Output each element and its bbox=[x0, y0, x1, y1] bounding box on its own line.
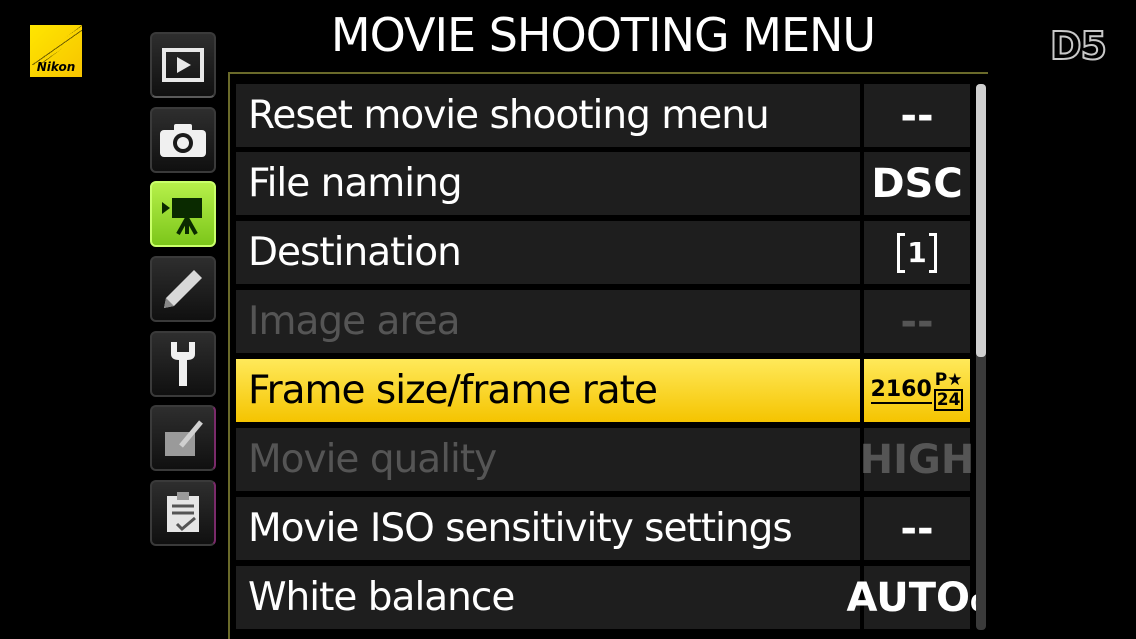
menu-item-label: Image area bbox=[236, 290, 860, 353]
movie-camera-icon bbox=[162, 198, 202, 235]
frame-rate-top: P★ bbox=[934, 369, 963, 390]
menu-item-value: -- bbox=[864, 290, 970, 353]
tab-my-menu[interactable] bbox=[150, 480, 216, 546]
playback-icon bbox=[162, 48, 204, 82]
menu-item-value: 2160 P★ 24 bbox=[864, 359, 970, 422]
menu-item-reset[interactable]: Reset movie shooting menu -- bbox=[236, 84, 970, 147]
frame-rate-bottom: 24 bbox=[933, 388, 964, 411]
scrollbar[interactable] bbox=[976, 84, 986, 630]
tab-custom-settings[interactable] bbox=[150, 256, 216, 322]
menu-item-label: White balance bbox=[236, 566, 860, 629]
tab-playback[interactable] bbox=[150, 32, 216, 98]
logo-rays bbox=[30, 25, 82, 65]
my-menu-icon bbox=[167, 492, 199, 532]
menu-item-value: HIGH bbox=[860, 428, 974, 491]
frame-size: 2160 bbox=[870, 376, 932, 404]
menu-title: MOVIE SHOOTING MENU bbox=[330, 8, 876, 62]
tab-setup[interactable] bbox=[150, 331, 216, 397]
frame-rate: P★ 24 bbox=[933, 369, 964, 411]
menu-item-label: Frame size/frame rate bbox=[236, 359, 860, 422]
menu-item-label: Movie ISO sensitivity settings bbox=[236, 497, 860, 560]
tab-retouch[interactable] bbox=[150, 405, 216, 471]
menu-item-value: AUTO₀ bbox=[847, 566, 988, 629]
menu-item-label: File naming bbox=[236, 152, 860, 215]
menu-item-destination[interactable]: Destination 1 bbox=[236, 221, 970, 284]
menu-item-value: -- bbox=[864, 84, 970, 147]
scroll-thumb[interactable] bbox=[976, 84, 986, 357]
retouch-icon bbox=[165, 420, 203, 456]
card-slot-number: 1 bbox=[907, 235, 927, 269]
menu-item-label: Reset movie shooting menu bbox=[236, 84, 860, 147]
menu-item-image-area: Image area -- bbox=[236, 290, 970, 353]
tab-photo-shooting[interactable] bbox=[150, 107, 216, 173]
menu-item-file-naming[interactable]: File naming DSC bbox=[236, 152, 970, 215]
frame-size-rate-indicator: 2160 P★ 24 bbox=[870, 369, 964, 411]
camera-menu-screen: Nikon D5 MOVIE SHOOTING MENU Reset movie… bbox=[0, 0, 1136, 639]
menu-item-frame-size-rate[interactable]: Frame size/frame rate 2160 P★ 24 bbox=[236, 359, 970, 422]
menu-item-white-balance[interactable]: White balance AUTO₀ bbox=[236, 566, 988, 629]
menu-item-movie-iso[interactable]: Movie ISO sensitivity settings -- bbox=[236, 497, 970, 560]
model-badge: D5 bbox=[1049, 23, 1108, 69]
pencil-icon bbox=[164, 270, 202, 308]
card-slot-icon: 1 bbox=[897, 232, 937, 273]
nikon-logo: Nikon bbox=[30, 25, 82, 77]
wrench-icon bbox=[171, 342, 195, 386]
menu-item-label: Destination bbox=[236, 221, 860, 284]
camera-icon bbox=[160, 124, 206, 157]
menu-item-movie-quality: Movie quality HIGH bbox=[236, 428, 974, 491]
menu-item-value: DSC bbox=[864, 152, 970, 215]
tab-movie-shooting[interactable] bbox=[150, 181, 216, 247]
menu-item-value: 1 bbox=[864, 221, 970, 284]
logo-text: Nikon bbox=[36, 60, 76, 74]
menu-item-value: -- bbox=[864, 497, 970, 560]
menu-item-label: Movie quality bbox=[236, 428, 860, 491]
